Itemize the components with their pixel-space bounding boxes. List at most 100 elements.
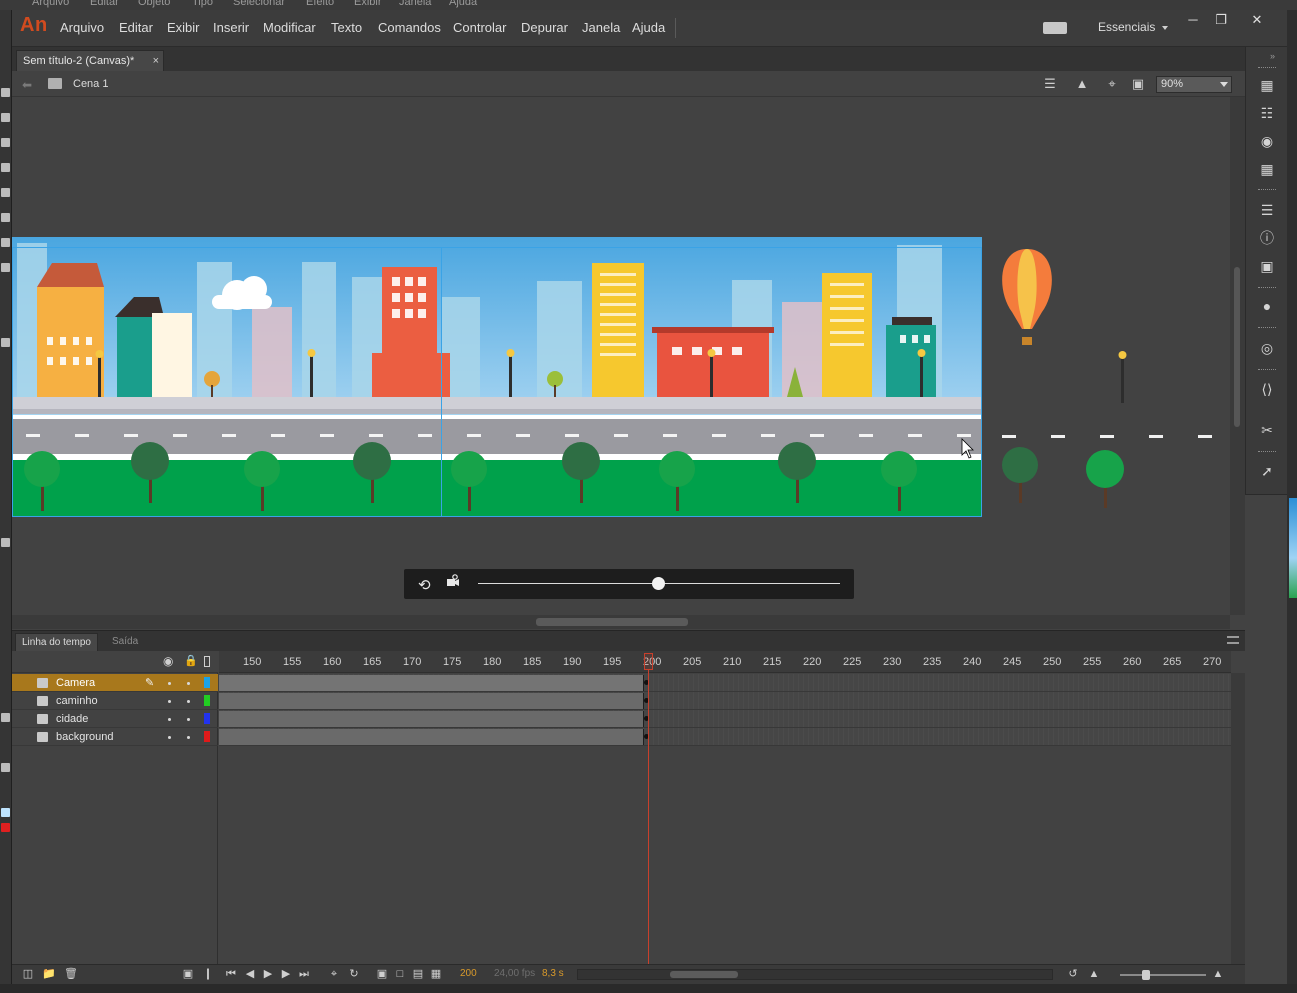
stage-artwork[interactable] <box>12 97 1230 615</box>
workspace-switcher[interactable]: Essenciais <box>1098 20 1155 34</box>
frame-span[interactable] <box>219 675 644 691</box>
output-icon[interactable]: ➚ <box>1259 463 1275 479</box>
camera-rotate-icon[interactable]: ⟲ <box>418 576 431 594</box>
layer-name[interactable]: background <box>56 731 114 743</box>
frame-row[interactable] <box>219 710 1231 728</box>
zoom-tool-icon[interactable] <box>1 763 10 772</box>
edit-multiple-icon[interactable]: ▤ <box>412 968 424 980</box>
frame-row[interactable] <box>219 728 1231 746</box>
frame-span[interactable] <box>219 711 644 727</box>
components-icon[interactable]: ● <box>1259 298 1275 314</box>
menu-editar[interactable]: Editar <box>119 20 153 35</box>
camera-slider-knob[interactable] <box>652 577 665 590</box>
layer-row[interactable]: caminho <box>12 692 218 710</box>
stage-canvas[interactable] <box>12 237 982 517</box>
menu-janela[interactable]: Janela <box>582 20 620 35</box>
panel-grip[interactable] <box>1258 369 1276 371</box>
layer-color-swatch[interactable] <box>204 677 210 688</box>
hot-air-balloon[interactable] <box>1002 249 1052 345</box>
play-icon[interactable]: ▶ <box>262 968 274 980</box>
back-arrow-icon[interactable]: ⬅ <box>22 78 32 92</box>
text-tool-icon[interactable] <box>1 238 10 247</box>
visibility-dot[interactable] <box>168 682 171 685</box>
zoom-out-icon[interactable]: ▲ <box>1088 968 1100 980</box>
hand-tool-icon[interactable] <box>1 713 10 722</box>
eraser-tool-icon[interactable] <box>1 338 10 347</box>
playhead-marker[interactable] <box>644 653 653 670</box>
layer-name[interactable]: cidade <box>56 713 88 725</box>
stroke-color-icon[interactable] <box>1 808 10 817</box>
panel-menu-icon[interactable] <box>1227 636 1239 644</box>
parent-view-icon[interactable]: ❙ <box>202 968 214 980</box>
menu-arquivo[interactable]: Arquivo <box>60 20 104 35</box>
menu-comandos[interactable]: Comandos <box>378 20 441 35</box>
minimize-icon[interactable]: ─ <box>1180 12 1206 28</box>
frame-rate[interactable]: 24,00 fps <box>494 968 535 979</box>
lock-dot[interactable] <box>187 718 190 721</box>
menu-controlar[interactable]: Controlar <box>453 20 506 35</box>
line-tool-icon[interactable] <box>1 263 10 272</box>
modify-markers-icon[interactable]: ▦ <box>430 968 442 980</box>
eye-icon[interactable]: ◉ <box>163 654 173 668</box>
motion-presets-icon[interactable]: ✂ <box>1259 422 1275 438</box>
elapsed-time[interactable]: 8,3 s <box>542 968 564 979</box>
layer-name[interactable]: caminho <box>56 695 98 707</box>
edit-symbols-icon[interactable]: ▲ <box>1074 77 1090 91</box>
scene-name[interactable]: Cena 1 <box>73 78 108 90</box>
delete-layer-icon[interactable]: 🗑 <box>64 968 78 980</box>
edit-scene-icon[interactable]: ☰ <box>1042 77 1058 91</box>
camera-zoom-icon[interactable] <box>446 574 460 588</box>
reset-scale-icon[interactable]: ↺ <box>1067 968 1079 980</box>
tab-output[interactable]: Saída <box>108 633 142 650</box>
menu-exibir[interactable]: Exibir <box>167 20 200 35</box>
frame-size-slider[interactable] <box>1120 970 1206 980</box>
frame-row[interactable] <box>219 692 1231 710</box>
zoom-in-icon[interactable]: ▲ <box>1212 968 1224 980</box>
lock-dot[interactable] <box>187 682 190 685</box>
close-icon[interactable]: × <box>153 55 159 67</box>
menu-modificar[interactable]: Modificar <box>263 20 316 35</box>
layer-row[interactable]: background <box>12 728 218 746</box>
new-layer-icon[interactable]: ◫ <box>22 968 34 980</box>
go-first-frame-icon[interactable]: ⏮ <box>225 968 237 980</box>
playhead[interactable] <box>644 651 653 964</box>
selection-tool-icon[interactable] <box>1 88 10 97</box>
transform-icon[interactable]: ▣ <box>1259 258 1275 274</box>
visibility-dot[interactable] <box>168 718 171 721</box>
info-icon[interactable]: ⓘ <box>1259 230 1275 246</box>
loop-icon[interactable]: ↻ <box>348 968 360 980</box>
panel-grip[interactable] <box>1258 327 1276 329</box>
close-icon[interactable]: ✕ <box>1244 12 1270 28</box>
step-back-icon[interactable]: ◀ <box>244 968 256 980</box>
lasso-tool-icon[interactable] <box>1 163 10 172</box>
stage-area[interactable] <box>12 97 1230 615</box>
panel-grip[interactable] <box>1258 67 1276 69</box>
restore-icon[interactable]: ❐ <box>1208 12 1234 28</box>
frame-ruler[interactable]: 150 155 160 165 170 175 180 185 190 195 … <box>219 651 1231 673</box>
layer-color-swatch[interactable] <box>204 731 210 742</box>
new-folder-icon[interactable]: 📁 <box>42 968 56 980</box>
panel-grip[interactable] <box>1258 189 1276 191</box>
timeline-horizontal-scrollbar[interactable] <box>577 969 1053 980</box>
lock-dot[interactable] <box>187 700 190 703</box>
menu-inserir[interactable]: Inserir <box>213 20 249 35</box>
visibility-dot[interactable] <box>168 700 171 703</box>
clip-content-icon[interactable]: ▣ <box>1130 77 1146 91</box>
color-icon[interactable]: ◉ <box>1259 133 1275 149</box>
properties-icon[interactable]: ▦ <box>1259 77 1275 93</box>
menu-texto[interactable]: Texto <box>331 20 362 35</box>
bone-tool-icon[interactable] <box>1 538 10 547</box>
outline-icon[interactable] <box>204 656 210 667</box>
timeline-vertical-scrollbar[interactable] <box>1231 673 1245 964</box>
menu-depurar[interactable]: Depurar <box>521 20 568 35</box>
document-tab[interactable]: Sem título-2 (Canvas)* × <box>16 50 164 71</box>
swatches-icon[interactable]: ▦ <box>1259 161 1275 177</box>
chevron-down-icon[interactable] <box>1220 82 1228 87</box>
zoom-select[interactable]: 90% <box>1156 76 1232 93</box>
layer-color-swatch[interactable] <box>204 695 210 706</box>
panel-grip[interactable] <box>1258 451 1276 453</box>
chevron-down-icon[interactable] <box>1162 26 1168 30</box>
layer-row[interactable]: cidade <box>12 710 218 728</box>
subselection-tool-icon[interactable] <box>1 113 10 122</box>
stage-vertical-scrollbar[interactable] <box>1230 97 1245 615</box>
